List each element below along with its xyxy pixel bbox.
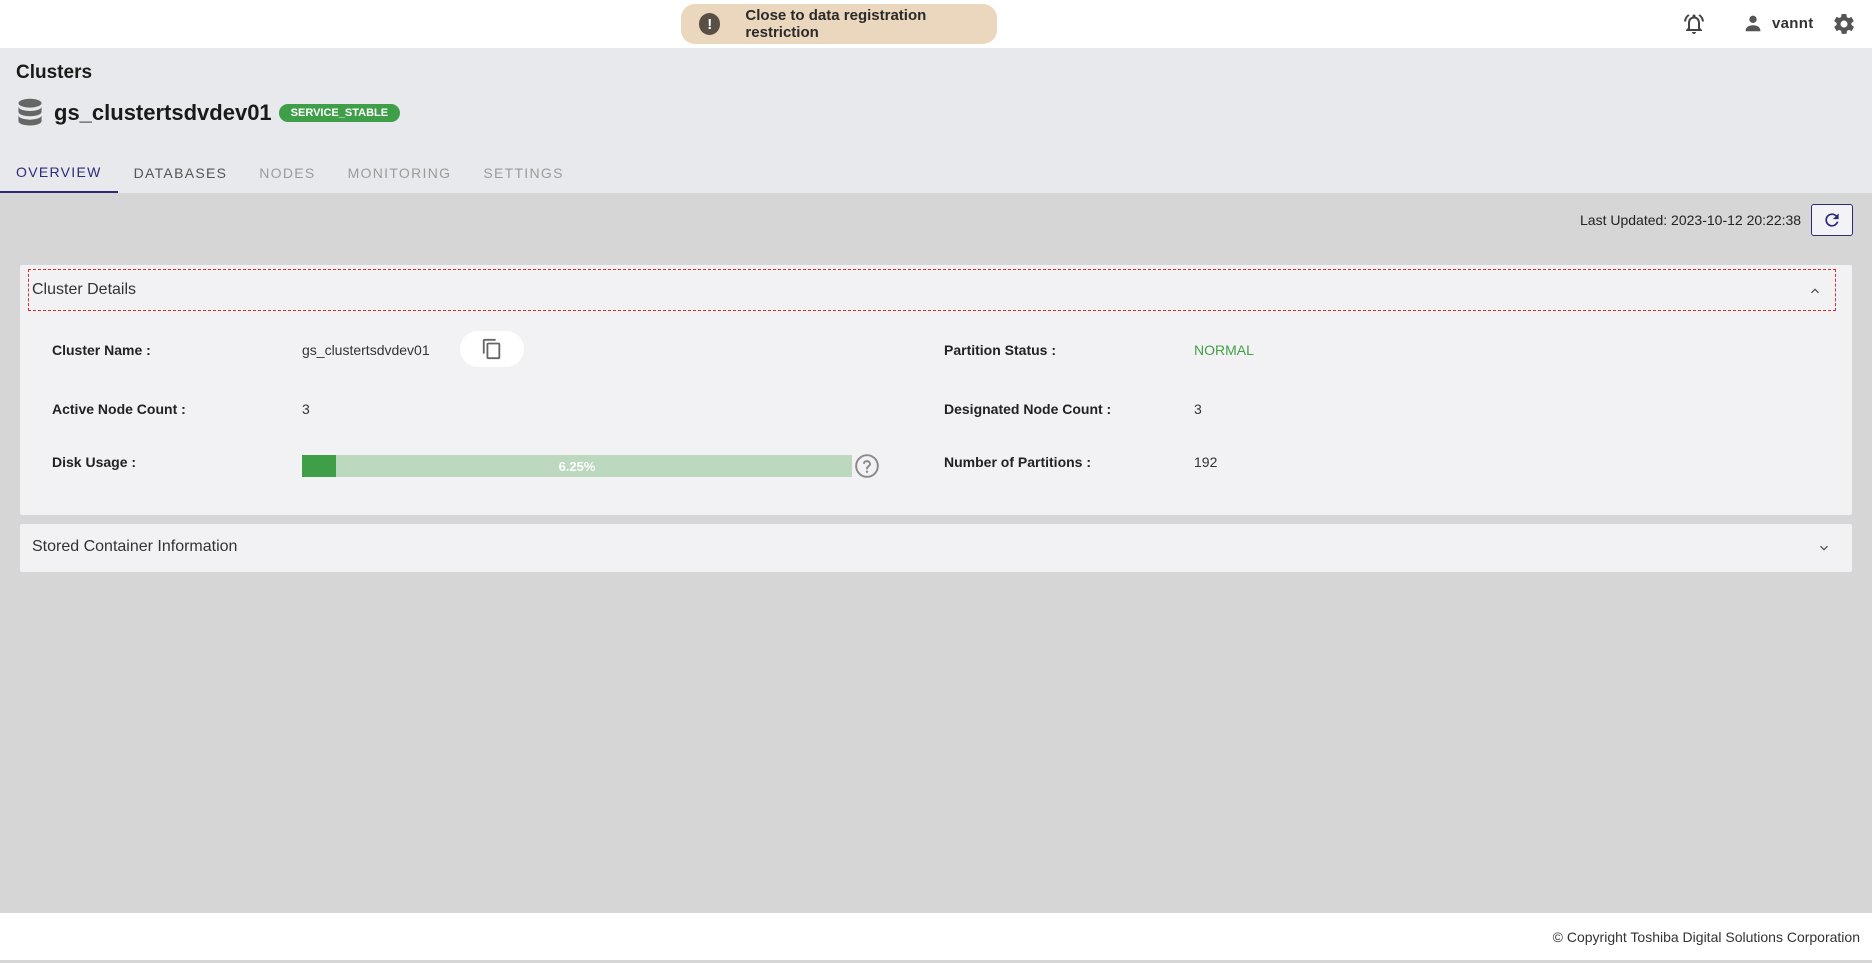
user-icon bbox=[1745, 15, 1761, 32]
partition-status-value: NORMAL bbox=[1194, 342, 1254, 358]
tab-bar: OVERVIEW DATABASES NODES MONITORING SETT… bbox=[0, 152, 580, 193]
tab-overview[interactable]: OVERVIEW bbox=[0, 152, 118, 193]
cluster-name-heading: gs_clustertsdvdev01 bbox=[54, 100, 272, 125]
tab-databases[interactable]: DATABASES bbox=[118, 152, 244, 193]
copyright-text: © Copyright Toshiba Digital Solutions Co… bbox=[1552, 929, 1860, 945]
top-bar: ! Close to data registration restriction… bbox=[0, 0, 1872, 48]
copy-icon bbox=[482, 338, 501, 360]
status-badge: SERVICE_STABLE bbox=[278, 104, 401, 122]
active-node-count-label: Active Node Count : bbox=[52, 401, 186, 417]
cluster-details-panel: Cluster Details Cluster Name : gs_cluste… bbox=[20, 265, 1852, 515]
copy-button[interactable] bbox=[460, 331, 524, 367]
warning-text: Close to data registration restriction bbox=[745, 7, 927, 41]
database-icon bbox=[18, 98, 42, 126]
chevron-down-icon[interactable] bbox=[1816, 540, 1832, 556]
user-menu[interactable]: vannt bbox=[1742, 12, 1814, 34]
disk-usage-label: Disk Usage : bbox=[52, 454, 137, 470]
cluster-name-label: Cluster Name : bbox=[52, 342, 151, 358]
page-header: Clusters gs_clustertsdvdev01 SERVICE_STA… bbox=[0, 48, 1872, 193]
tab-nodes[interactable]: NODES bbox=[243, 152, 331, 193]
last-updated-text: Last Updated: 2023-10-12 20:22:38 bbox=[1580, 212, 1802, 228]
designated-node-count-value: 3 bbox=[1194, 401, 1202, 417]
footer: © Copyright Toshiba Digital Solutions Co… bbox=[0, 913, 1872, 960]
user-name: vannt bbox=[1772, 14, 1814, 32]
disk-usage-percent: 6.25% bbox=[558, 458, 596, 474]
designated-node-count-label: Designated Node Count : bbox=[944, 401, 1112, 417]
number-of-partitions-label: Number of Partitions : bbox=[944, 454, 1092, 470]
tab-settings[interactable]: SETTINGS bbox=[467, 152, 579, 193]
disk-usage-bar: 6.25% bbox=[302, 455, 852, 477]
cluster-name-value: gs_clustertsdvdev01 bbox=[302, 342, 430, 358]
tab-monitoring[interactable]: MONITORING bbox=[332, 152, 468, 193]
refresh-icon bbox=[1825, 213, 1839, 227]
cluster-details-title: Cluster Details bbox=[32, 281, 137, 298]
cluster-details-header[interactable]: Cluster Details bbox=[28, 269, 1836, 311]
page-title: Clusters bbox=[16, 62, 93, 83]
help-icon[interactable] bbox=[854, 453, 880, 479]
active-node-count-value: 3 bbox=[302, 401, 310, 417]
chevron-up-icon[interactable] bbox=[1807, 283, 1823, 299]
cluster-title-row: gs_clustertsdvdev01 SERVICE_STABLE bbox=[16, 98, 401, 128]
partition-status-label: Partition Status : bbox=[944, 342, 1057, 358]
notification-bell-icon[interactable] bbox=[1682, 12, 1706, 36]
number-of-partitions-value: 192 bbox=[1194, 454, 1218, 470]
gear-icon[interactable] bbox=[1832, 12, 1856, 36]
registration-warning-banner: ! Close to data registration restriction bbox=[681, 4, 997, 44]
exclamation-icon: ! bbox=[699, 13, 721, 35]
stored-container-panel[interactable]: Stored Container Information bbox=[20, 524, 1852, 572]
stored-container-title: Stored Container Information bbox=[32, 538, 238, 555]
refresh-button[interactable] bbox=[1811, 204, 1853, 236]
